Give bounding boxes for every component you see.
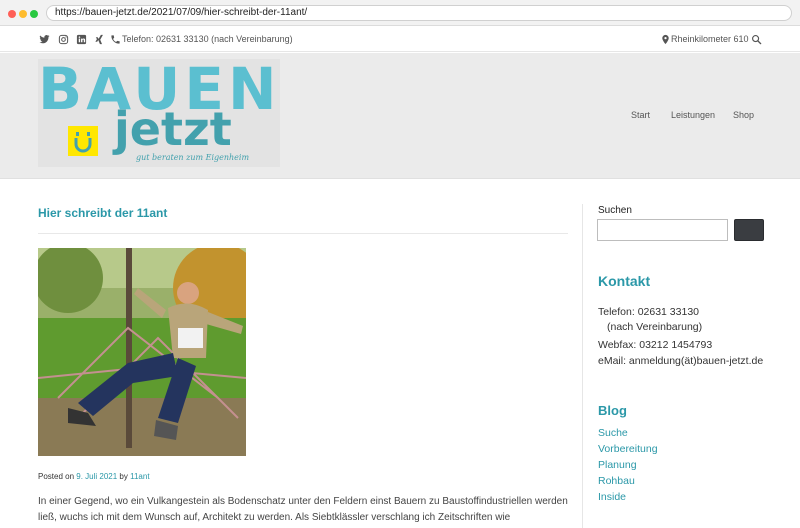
blog-heading: Blog [598, 403, 627, 418]
topbar-location: Rheinkilometer 610 [671, 34, 749, 44]
blog-link-rohbau[interactable]: Rohbau [598, 475, 635, 487]
post-body: In einer Gegend, wo ein Vulkangestein al… [38, 496, 568, 523]
search-icon[interactable] [750, 33, 762, 45]
search-button[interactable] [734, 219, 764, 241]
linkedin-icon[interactable] [75, 33, 87, 45]
main-content: Hier schreibt der 11ant Posted on 9. Jul… [0, 180, 800, 528]
contact-fax: Webfax: 03212 1454793 [598, 339, 713, 351]
meta-prefix: Posted on [38, 472, 75, 481]
post-date-link[interactable]: 9. Juli 2021 [76, 472, 117, 481]
contact-heading: Kontakt [598, 273, 651, 289]
post-author-link[interactable]: 11ant [130, 472, 149, 481]
browser-chrome: https://bauen-jetzt.de/2021/07/09/hier-s… [0, 0, 800, 26]
contact-phone: Telefon: 02631 33130 [598, 306, 700, 318]
contact-email: eMail: anmeldung(ät)bauen-jetzt.de [598, 355, 764, 367]
post-meta: Posted on 9. Juli 2021 by 11ant [38, 472, 150, 481]
phone-icon [109, 33, 121, 45]
blog-link-vorbereitung[interactable]: Vorbereitung [598, 443, 658, 455]
site-header: BAUEN jetzt gut beraten zum Eigenheim St… [0, 53, 800, 179]
blog-link-suche[interactable]: Suche [598, 427, 628, 439]
sidebar-divider [582, 204, 583, 528]
post-title[interactable]: Hier schreibt der 11ant [38, 206, 167, 220]
xing-icon[interactable] [93, 33, 105, 45]
top-bar: Telefon: 02631 33130 (nach Vereinbarung)… [0, 27, 800, 52]
nav-item-shop[interactable]: Shop [733, 110, 754, 120]
maximize-window-button[interactable] [30, 10, 38, 18]
twitter-icon[interactable] [38, 33, 50, 45]
blog-link-inside[interactable]: Inside [598, 491, 626, 503]
nav-item-leistungen[interactable]: Leistungen [671, 110, 715, 120]
site-logo[interactable]: BAUEN jetzt gut beraten zum Eigenheim [38, 55, 280, 167]
address-bar[interactable]: https://bauen-jetzt.de/2021/07/09/hier-s… [46, 5, 792, 21]
contact-phone-note: (nach Vereinbarung) [607, 321, 703, 333]
title-divider [38, 233, 568, 234]
smiley-icon [68, 126, 98, 156]
blog-link-planung[interactable]: Planung [598, 459, 637, 471]
logo-tagline: gut beraten zum Eigenheim [136, 153, 250, 162]
topbar-phone: Telefon: 02631 33130 (nach Vereinbarung) [122, 34, 293, 44]
search-input[interactable] [597, 219, 728, 241]
search-label: Suchen [598, 205, 632, 216]
map-marker-icon [659, 33, 671, 45]
logo-word-bottom: jetzt [114, 102, 232, 156]
post-photo [38, 248, 246, 456]
close-window-button[interactable] [8, 10, 16, 18]
minimize-window-button[interactable] [19, 10, 27, 18]
meta-by: by [119, 472, 128, 481]
instagram-icon[interactable] [57, 33, 69, 45]
nav-item-start[interactable]: Start [631, 110, 650, 120]
